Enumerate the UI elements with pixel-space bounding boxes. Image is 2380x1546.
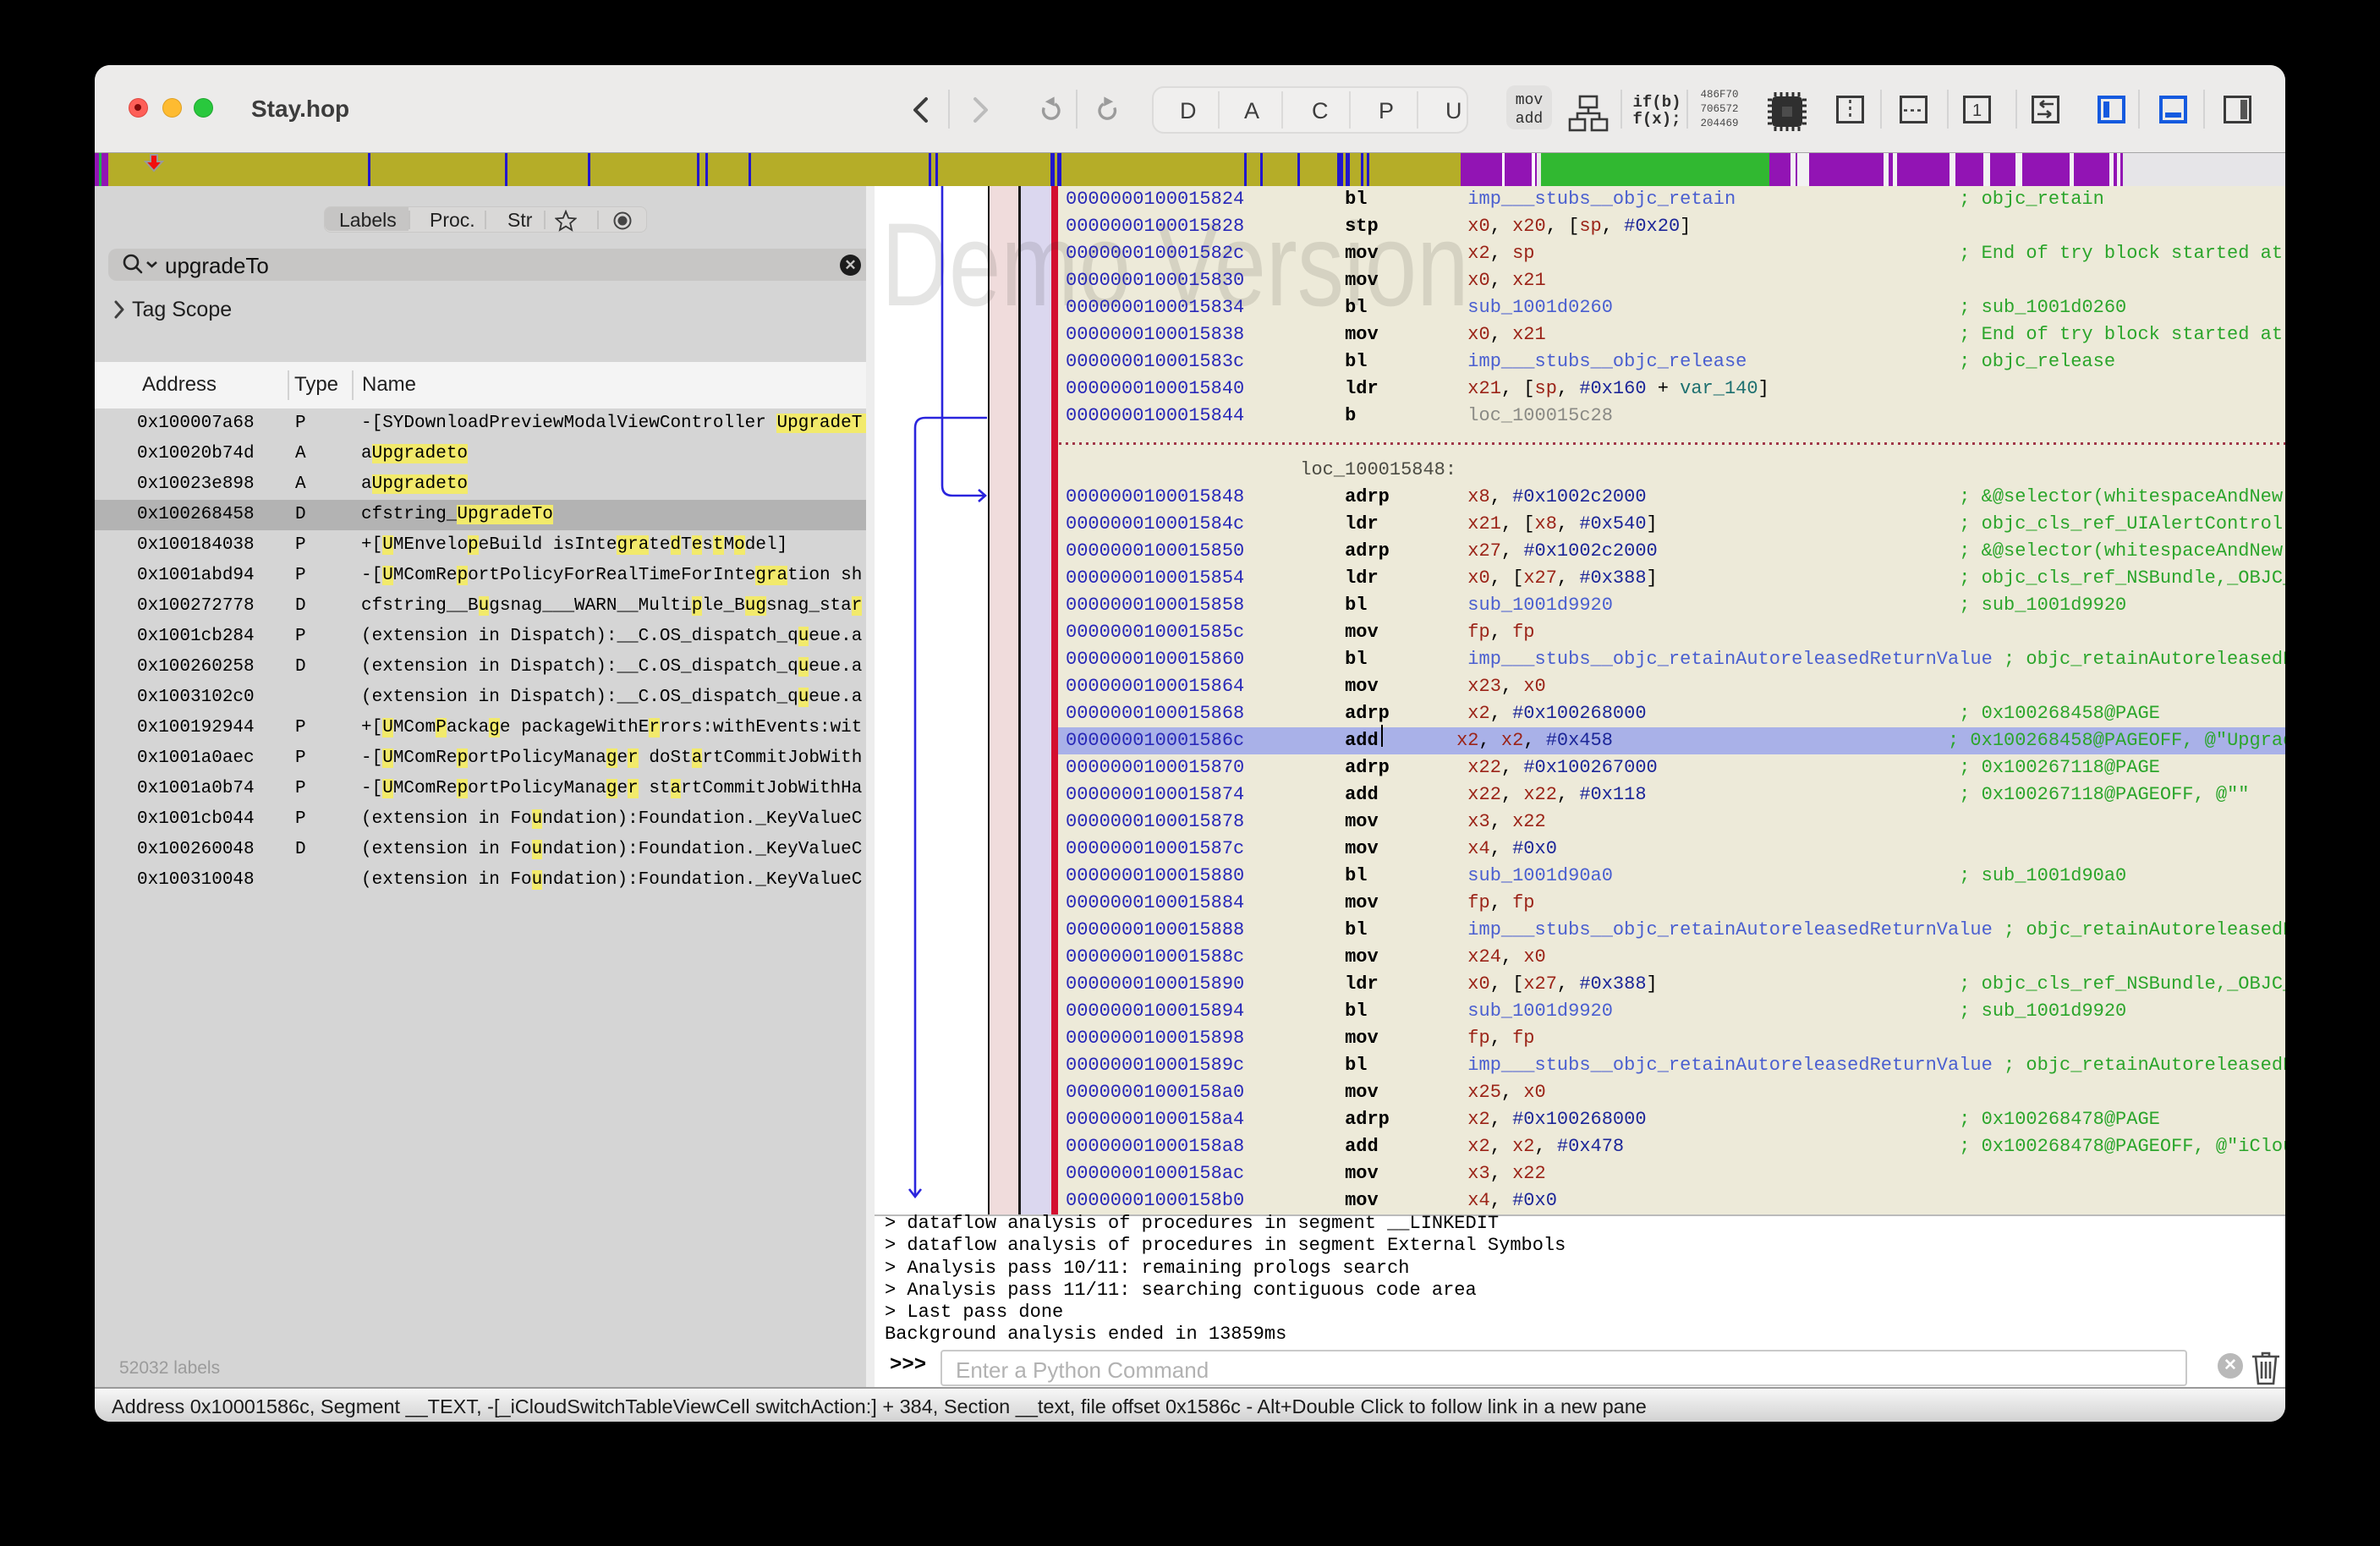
svg-text:1: 1	[1972, 101, 1982, 120]
